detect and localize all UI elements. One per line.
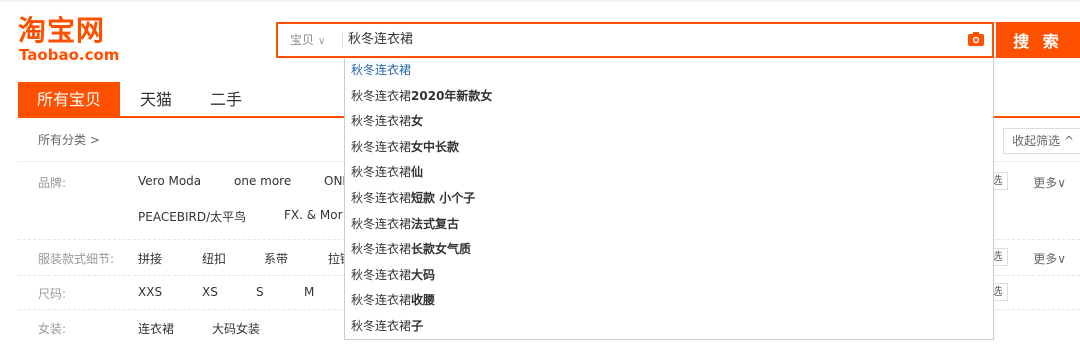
more-button[interactable]: 更多∨	[1033, 250, 1066, 267]
logo-english: Taobao.com	[19, 46, 120, 64]
tab-secondhand[interactable]: 二手	[210, 82, 242, 118]
suggestion-item[interactable]: 秋冬连衣裙仙	[345, 160, 993, 186]
filter-option[interactable]: 拼接	[138, 250, 162, 267]
suggestion-item[interactable]: 秋冬连衣裙女中长款	[345, 135, 993, 161]
filter-label: 品牌:	[38, 176, 67, 190]
suggestion-item[interactable]: 秋冬连衣裙	[345, 58, 993, 84]
filter-option[interactable]: XS	[202, 285, 218, 299]
suggestion-item[interactable]: 秋冬连衣裙子	[345, 314, 993, 340]
filter-option[interactable]: 系带	[264, 250, 288, 267]
search-input[interactable]	[348, 24, 948, 56]
suggestion-item[interactable]: 秋冬连衣裙2020年新款女	[345, 84, 993, 110]
search-box: 宝贝 ∨	[276, 22, 994, 58]
logo-chinese: 淘宝网	[18, 14, 106, 47]
top-divider	[0, 0, 1080, 2]
search-divider	[342, 32, 343, 48]
more-button[interactable]: 更多∨	[1033, 174, 1066, 191]
suggestion-item[interactable]: 秋冬连衣裙收腰	[345, 288, 993, 314]
tab-all-items[interactable]: 所有宝贝	[18, 82, 120, 118]
suggestion-item[interactable]: 秋冬连衣裙女	[345, 109, 993, 135]
filter-label: 尺码:	[38, 287, 67, 301]
tab-tmall[interactable]: 天猫	[140, 82, 172, 118]
filter-option[interactable]: PEACEBIRD/太平鸟	[138, 208, 246, 225]
search-suggestions-dropdown: 秋冬连衣裙 秋冬连衣裙2020年新款女 秋冬连衣裙女 秋冬连衣裙女中长款 秋冬连…	[344, 58, 994, 340]
search-button[interactable]: 搜 索	[996, 22, 1080, 58]
filter-option[interactable]: Vero Moda	[138, 174, 201, 188]
filter-option[interactable]: one more	[234, 174, 291, 188]
breadcrumb[interactable]: 所有分类 >	[38, 118, 100, 162]
filter-option[interactable]: M	[304, 285, 314, 299]
filter-option[interactable]: 大码女装	[212, 320, 260, 337]
filter-option[interactable]: 连衣裙	[138, 320, 174, 337]
suggestion-item[interactable]: 秋冬连衣裙短款 小个子	[345, 186, 993, 212]
filter-option[interactable]: S	[256, 285, 264, 299]
filter-option[interactable]: XXS	[138, 285, 162, 299]
suggestion-item[interactable]: 秋冬连衣裙大码	[345, 263, 993, 289]
filter-label: 女装:	[38, 322, 67, 336]
chevron-down-icon: ∨	[318, 36, 326, 47]
collapse-filters-button[interactable]: 收起筛选 ^	[1003, 128, 1080, 154]
suggestion-item[interactable]: 秋冬连衣裙长款女气质	[345, 237, 993, 263]
taobao-logo[interactable]: 淘宝网 Taobao.com	[18, 16, 128, 64]
filter-label: 服装款式细节:	[38, 252, 115, 266]
search-scope-label: 宝贝	[290, 33, 315, 47]
search-scope-dropdown[interactable]: 宝贝 ∨	[278, 24, 344, 56]
camera-icon[interactable]	[968, 32, 984, 46]
filter-option[interactable]: FX. & Mor	[284, 208, 343, 222]
filter-option[interactable]: 纽扣	[202, 250, 226, 267]
suggestion-item[interactable]: 秋冬连衣裙法式复古	[345, 212, 993, 238]
